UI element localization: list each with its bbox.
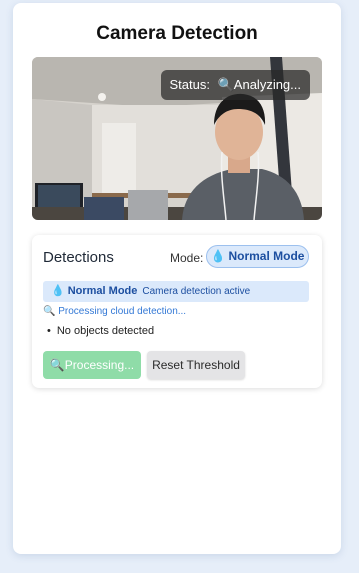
banner-description: Camera detection active (142, 286, 251, 297)
mode-toggle-button[interactable]: 💧 Normal Mode (206, 245, 309, 268)
processing-button[interactable]: 🔍Processing... (43, 351, 141, 379)
processing-button-label: Processing... (64, 358, 135, 372)
status-badge: Status: 🔍Analyzing... (160, 70, 310, 100)
mode-label: Mode: (170, 251, 204, 265)
detections-title: Detections (43, 249, 114, 266)
status-text: Analyzing... (233, 77, 301, 92)
page-title: Camera Detection (96, 23, 258, 44)
magnifier-icon: 🔍 (217, 77, 234, 92)
bullet: • (47, 325, 51, 337)
mode-value: Normal Mode (228, 249, 305, 263)
mode-banner: 💧 Normal Mode Camera detection active (43, 281, 309, 302)
water-drop-icon: 💧 (210, 249, 226, 263)
processing-note: 🔍 Processing cloud detection... (43, 306, 186, 317)
app-card: Camera Detection Status: 🔍Analyzing... D… (13, 3, 341, 554)
list-item: • No objects detected (47, 325, 154, 337)
banner-mode-name: Normal Mode (67, 285, 138, 297)
reset-threshold-button[interactable]: Reset Threshold (147, 351, 245, 379)
detection-item-text: No objects detected (56, 325, 155, 337)
processing-note-text: Processing cloud detection... (58, 306, 187, 317)
camera-feed: Status: 🔍Analyzing... (32, 57, 322, 220)
magnifier-icon: 🔍 (49, 358, 65, 372)
magnifier-icon: 🔍 (43, 306, 56, 317)
water-drop-icon: 💧 (51, 285, 65, 297)
status-label: Status: (169, 77, 210, 92)
detections-panel: Detections Mode: 💧 Normal Mode 💧 Normal Mo… (32, 235, 322, 388)
